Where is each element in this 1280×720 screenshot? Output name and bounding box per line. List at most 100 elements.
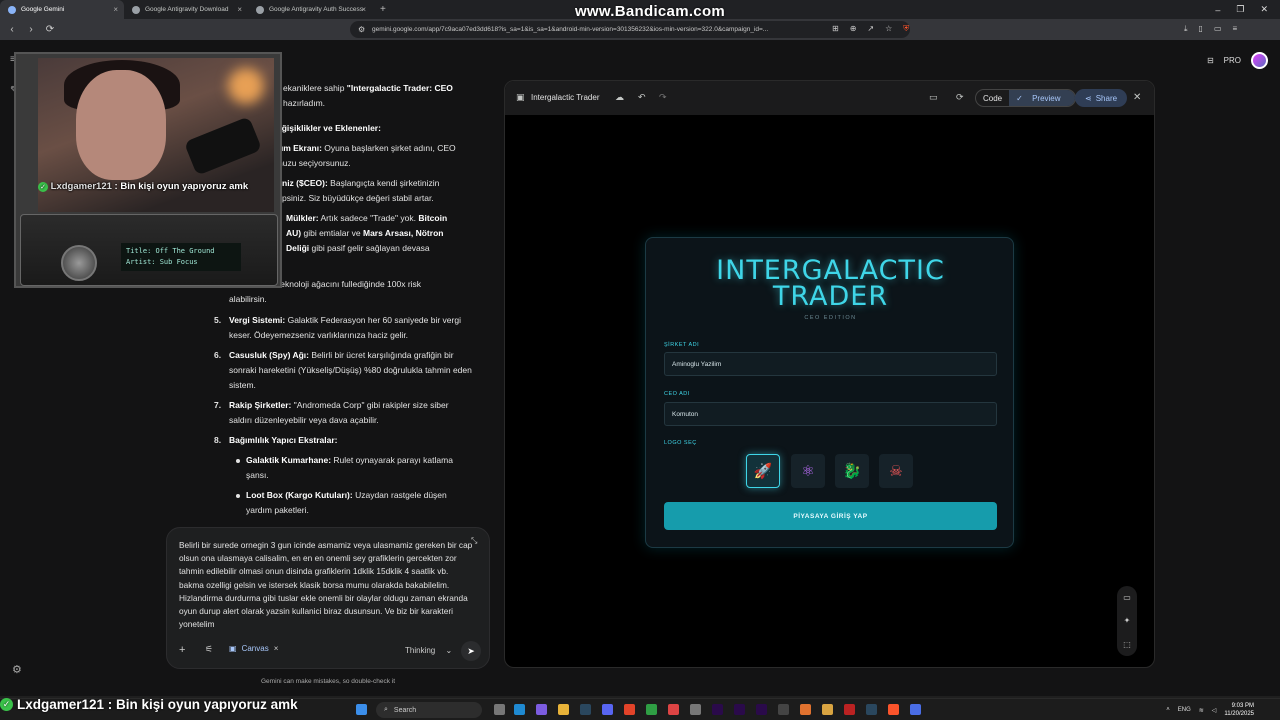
canvas-header: ▣ Intergalactic Trader ☁ ↶ ↷ ▭ ⟳ Code ✓ … [505,81,1154,115]
company-name-input[interactable]: Aminoglu Yazilim [664,352,997,376]
check-badge-icon: ✓ [0,698,13,711]
response-intro: ekaniklere sahip "Intergalactic Trader: … [283,83,453,108]
zoom-icon[interactable]: ⊕ [850,24,857,34]
pro-badge: PRO [1223,56,1241,65]
occluded-list-text: Deliği gibi pasif gelir sağlayan devasa [286,243,430,253]
install-app-icon[interactable]: ⊞ [832,24,839,34]
redo-icon[interactable]: ↷ [659,92,667,103]
url-text: gemini.google.com/app/7c9aca07ed3dd618?i… [372,26,769,33]
after-effects-icon[interactable] [756,704,767,715]
media-encoder-icon[interactable] [734,704,745,715]
volume-icon[interactable]: ◁ [1212,707,1217,714]
wallet-icon[interactable]: ▭ [1214,24,1222,34]
disclaimer: Gemini can make mistakes, so double-chec… [260,678,396,685]
prompt-text[interactable]: Belirli bir surede ornegin 3 gun icinde … [179,539,473,631]
ceo-name-input[interactable]: Komuton [664,402,997,426]
canvas-title: Intergalactic Trader [531,93,600,102]
app-icon[interactable] [844,704,855,715]
discord-icon[interactable] [602,704,613,715]
app-icon[interactable] [646,704,657,715]
undo-icon[interactable]: ↶ [638,92,646,103]
antigravity-icon[interactable] [910,704,921,715]
start-menu-icon[interactable] [356,704,367,715]
logo-option-skull[interactable]: ☠ [879,454,913,488]
file-explorer-icon[interactable] [558,704,569,715]
preview-tab[interactable]: ✓ Preview [1009,90,1075,106]
canvas-icon: ▣ [229,644,237,653]
canvas-chip-label: Canvas [241,644,269,653]
occluded-list-text: psiniz. Siz büyüdükçe değeri stabil arta… [282,193,434,203]
code-preview-toggle: Code ✓ Preview [975,89,1076,107]
sparkle-edit-icon[interactable]: ✦ [1124,616,1131,625]
atom-icon: ⚛ [801,463,815,480]
refresh-icon[interactable]: ⟳ [956,92,964,103]
select-area-icon[interactable]: ⬚ [1123,640,1131,649]
bookmark-star-icon[interactable]: ☆ [885,24,892,34]
close-canvas-icon[interactable]: ✕ [1133,92,1141,103]
premiere-icon[interactable] [712,704,723,715]
microphone-icon [183,116,263,176]
steam-icon[interactable] [580,704,591,715]
occluded-list-item-2: niz ($CEO): Başlangıçta kendi şirketiniz… [282,178,440,188]
model-mode-selector[interactable]: Thinking ⌄ [405,646,452,655]
copilot-icon[interactable] [536,704,547,715]
wifi-icon[interactable]: ≋ [1199,707,1204,714]
settings-gear-icon[interactable]: ⚙ [12,663,22,676]
app-icon[interactable] [690,704,701,715]
logo-option-atom[interactable]: ⚛ [791,454,825,488]
task-view-icon[interactable] [494,704,505,715]
brave-icon[interactable] [888,704,899,715]
stream-chat-message: ✓ Lxdgamer121 : Bin kişi oyun yapıyoruz … [38,181,248,192]
gift-icon[interactable]: ⊟ [1207,56,1214,65]
taskbar-search[interactable]: ⌕ Search [376,702,482,718]
app-icon[interactable] [778,704,789,715]
steam-icon[interactable] [866,704,877,715]
downloads-icon[interactable]: ⤓ [1184,24,1188,34]
menu-icon[interactable]: ≡ [1233,24,1238,34]
drag-handle-icon[interactable]: ▭ [1123,593,1131,602]
tools-icon[interactable]: ⚟ [205,644,213,655]
app-icon[interactable] [624,704,635,715]
browser-toolbar-right: ⤓ ▯ ▭ ≡ [1184,24,1237,34]
game-subtitle: CEO EDITION [804,315,857,321]
share-button[interactable]: ⋖ Share [1075,89,1128,107]
blender-icon[interactable] [800,704,811,715]
now-playing-display: Title: Off The Ground Artist: Sub Focus [121,243,241,271]
address-bar-row: ‹ › ⟳ ◻ ⚙ gemini.google.com/app/7c9aca07… [0,19,1280,40]
forward-icon[interactable]: › [24,24,38,35]
logo-option-dragon[interactable]: 🐉 [835,454,869,488]
canvas-panel: ▣ Intergalactic Trader ☁ ↶ ↷ ▭ ⟳ Code ✓ … [504,80,1155,668]
language-indicator[interactable]: ENG [1178,707,1191,713]
logo-option-rocket[interactable]: 🚀 [746,454,780,488]
game-title: INTERGALACTIC TRADER [716,255,945,312]
collapse-icon[interactable]: ⤡ [471,536,477,546]
canvas-chip[interactable]: ▣ Canvas × [229,644,278,653]
brave-shield-icon[interactable]: ⛨ [903,24,909,34]
cloud-save-icon[interactable]: ☁ [615,92,624,103]
share-page-icon[interactable]: ↗ [867,24,874,34]
avatar[interactable] [1251,52,1268,69]
add-icon[interactable]: + [179,644,185,656]
prompt-input-box[interactable]: Belirli bir surede ornegin 3 gun icinde … [166,527,490,669]
fullscreen-icon[interactable]: ▭ [929,92,938,103]
stream-chat-overlay: ✓ Lxdgamer121 : Bin kişi oyun yapıyoruz … [0,697,298,712]
send-button[interactable]: ➤ [461,641,481,661]
system-tray: ˄ ENG ≋ ◁ 9:03 PM 11/20/2025 [1166,702,1254,718]
remove-chip-icon[interactable]: × [274,644,279,653]
share-icon: ⋖ [1085,93,1092,103]
url-actions: ⊞ ⊕ ↗ ☆ ⛨ [832,24,909,34]
reload-icon[interactable]: ⟳ [43,24,57,35]
url-field[interactable]: ⚙ gemini.google.com/app/7c9aca07ed3dd618… [350,21,910,38]
enter-market-button[interactable]: PİYASAYA GİRİŞ YAP [664,502,997,530]
edge-icon[interactable] [514,704,525,715]
watermark: www.Bandicam.com [574,3,726,20]
code-tab[interactable]: Code [976,90,1009,106]
back-icon[interactable]: ‹ [5,24,19,35]
tray-chevron-icon[interactable]: ˄ [1166,707,1170,713]
site-settings-icon[interactable]: ⚙ [358,25,365,34]
app-icon[interactable] [822,704,833,715]
send-icon: ➤ [467,645,475,656]
sidebar-icon[interactable]: ▯ [1199,24,1203,34]
clock[interactable]: 9:03 PM 11/20/2025 [1224,702,1254,718]
app-icon[interactable] [668,704,679,715]
